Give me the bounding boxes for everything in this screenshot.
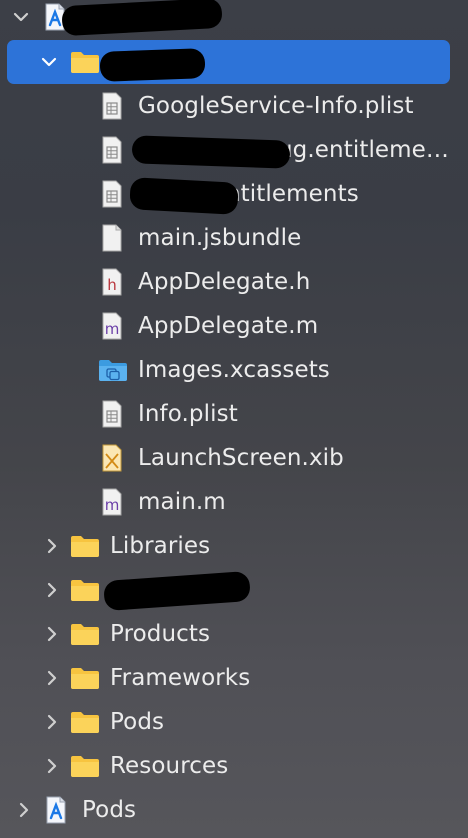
header-file-icon: h: [101, 268, 123, 296]
folder-icon: [70, 534, 100, 558]
tree-row-file[interactable]: Images.xcassets: [0, 348, 468, 392]
folder-icon: [70, 578, 100, 602]
folder-label: Pods: [110, 709, 165, 735]
file-label: Images.xcassets: [138, 357, 330, 383]
xib-file-icon: [101, 444, 123, 472]
tree-row-file[interactable]: GoogleService-Info.plist: [0, 84, 468, 128]
folder-icon: [70, 710, 100, 734]
chevron-down-icon[interactable]: [12, 8, 30, 26]
redaction-mark: [99, 48, 206, 82]
xcode-project-icon: [45, 796, 67, 824]
svg-text:h: h: [107, 276, 117, 294]
file-label: ntitlements: [226, 181, 359, 207]
folder-label: Resources: [110, 753, 229, 779]
tree-row-file[interactable]: Info.plist: [0, 392, 468, 436]
file-label: AppDelegate.h: [138, 269, 311, 295]
plist-file-icon: [101, 180, 123, 208]
folder-label: Libraries: [110, 533, 211, 559]
chevron-right-icon[interactable]: [43, 537, 61, 555]
folder-icon: [70, 50, 100, 74]
tree-row-file[interactable]: main.jsbundle: [0, 216, 468, 260]
plist-file-icon: [101, 92, 123, 120]
folder-icon: [70, 622, 100, 646]
svg-text:m: m: [105, 496, 120, 514]
file-label: LaunchScreen.xib: [138, 445, 344, 471]
tree-row-folder[interactable]: Frameworks: [0, 656, 468, 700]
tree-row-file[interactable]: h AppDelegate.h: [0, 260, 468, 304]
chevron-right-icon[interactable]: [43, 581, 61, 599]
folder-icon: [70, 666, 100, 690]
chevron-down-icon[interactable]: [40, 53, 58, 71]
plist-file-icon: [101, 400, 123, 428]
file-label: ug.entitleme…: [278, 137, 450, 163]
file-label: main.jsbundle: [138, 225, 302, 251]
chevron-right-icon[interactable]: [43, 669, 61, 687]
blank-file-icon: [101, 224, 123, 252]
tree-row-file[interactable]: m main.m: [0, 480, 468, 524]
folder-label: Frameworks: [110, 665, 251, 691]
objc-file-icon: m: [101, 312, 123, 340]
tree-row-folder[interactable]: Products: [0, 612, 468, 656]
tree-row-pods-project[interactable]: Pods: [0, 788, 468, 832]
tree-row-folder[interactable]: Libraries: [0, 524, 468, 568]
tree-row-selected-group[interactable]: [7, 40, 450, 84]
redaction-mark: [131, 135, 291, 169]
tree-row-file[interactable]: m AppDelegate.m: [0, 304, 468, 348]
chevron-right-icon[interactable]: [15, 801, 33, 819]
chevron-right-icon[interactable]: [43, 713, 61, 731]
file-label: AppDelegate.m: [138, 313, 319, 339]
file-label: Info.plist: [138, 401, 238, 427]
file-label: main.m: [138, 489, 226, 515]
redaction-mark: [129, 177, 239, 215]
chevron-right-icon[interactable]: [43, 757, 61, 775]
tree-row-folder[interactable]: Pods: [0, 700, 468, 744]
asset-catalog-icon: [98, 358, 128, 382]
pods-project-label: Pods: [82, 797, 137, 823]
tree-row-folder[interactable]: Resources: [0, 744, 468, 788]
chevron-right-icon[interactable]: [43, 625, 61, 643]
folder-icon: [70, 754, 100, 778]
svg-text:m: m: [105, 320, 120, 338]
plist-file-icon: [101, 136, 123, 164]
objc-file-icon: m: [101, 488, 123, 516]
folder-label: Products: [110, 621, 211, 647]
tree-row-file[interactable]: LaunchScreen.xib: [0, 436, 468, 480]
file-label: GoogleService-Info.plist: [138, 93, 414, 119]
